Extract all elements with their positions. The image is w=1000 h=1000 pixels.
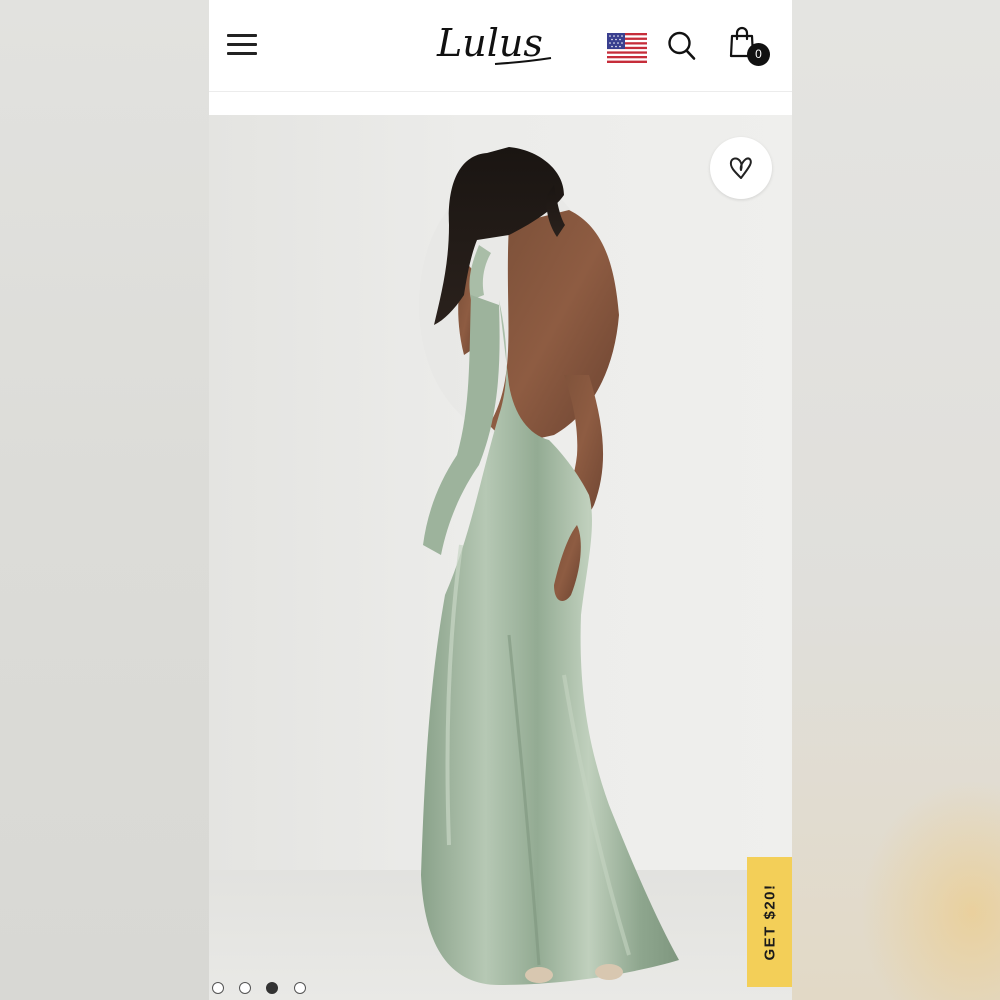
shopping-bag-icon[interactable]: 0 (727, 26, 771, 68)
search-icon[interactable] (667, 30, 697, 62)
product-photo[interactable]: GET $20! (209, 115, 792, 1000)
lulus-logo[interactable]: Lulus (435, 18, 555, 70)
site-header: Lulus 0 (209, 0, 792, 92)
mobile-viewport: Lulus 0 GET $20! (209, 0, 792, 1000)
get-20-promo-tab[interactable]: GET $20! (747, 857, 792, 987)
heart-icon (729, 157, 752, 179)
cart-count-badge: 0 (747, 43, 770, 66)
lulus-logo-mark: Lulus (436, 21, 552, 65)
carousel-dot-1[interactable] (212, 982, 224, 994)
us-flag-icon[interactable] (607, 33, 647, 63)
svg-text:Lulus: Lulus (436, 21, 543, 65)
backdrop-left (0, 0, 209, 1000)
carousel-dot-4[interactable] (294, 982, 306, 994)
carousel-dot-2[interactable] (239, 982, 251, 994)
carousel-dot-3[interactable] (266, 982, 278, 994)
hamburger-menu-icon[interactable] (227, 32, 257, 58)
backdrop-glow (860, 780, 1000, 1000)
model-in-sage-satin-gown (419, 147, 679, 985)
promo-label: GET $20! (761, 883, 778, 961)
favorite-button[interactable] (710, 137, 772, 199)
carousel-indicators (209, 980, 329, 994)
